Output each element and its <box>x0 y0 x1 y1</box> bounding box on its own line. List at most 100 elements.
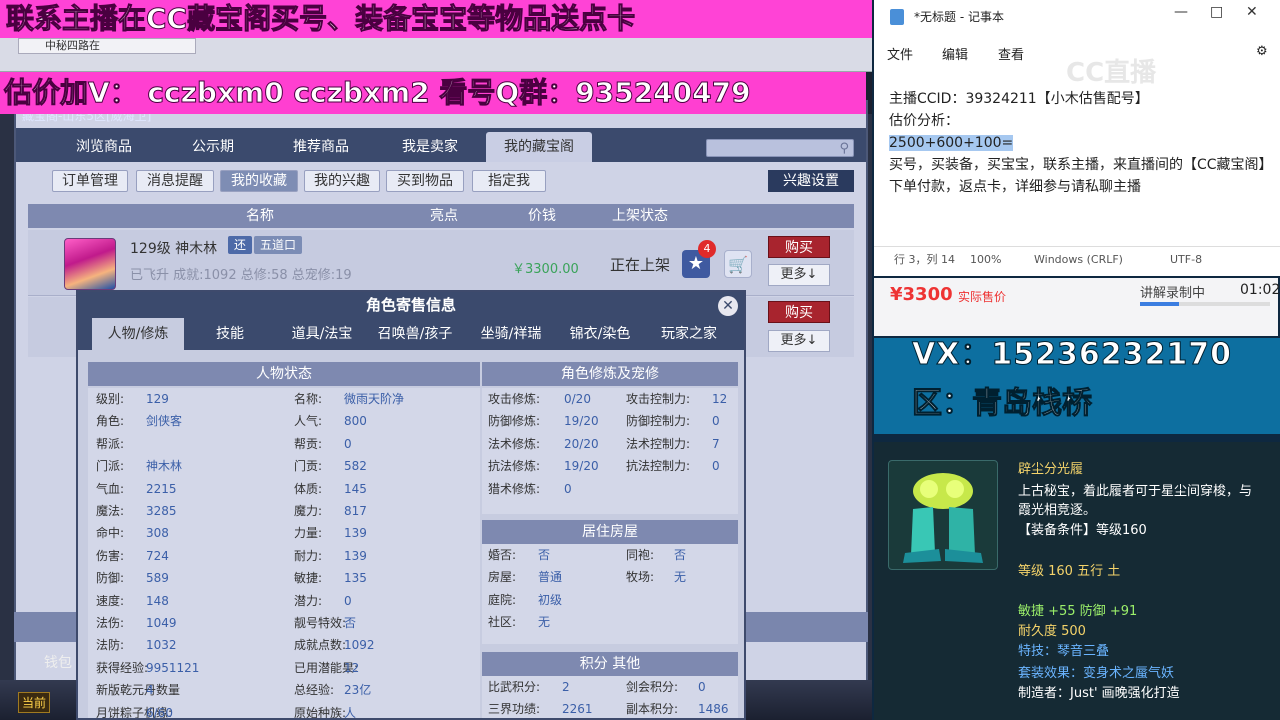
tab-seller[interactable]: 我是卖家 <box>380 132 480 162</box>
attr-value: 12 <box>712 392 728 406</box>
menu-view[interactable]: 查看 <box>998 44 1024 63</box>
tab-mounts[interactable]: 坐骑/祥瑞 <box>464 318 558 350</box>
more-button[interactable]: 更多↓ <box>768 330 830 352</box>
notepad-text-area[interactable]: 主播CCID：39324211【小木估售配号】 估价分析： 2500+600+1… <box>889 88 1274 198</box>
interest-settings-button[interactable]: 兴趣设置 <box>768 170 854 192</box>
attr-row: 婚否: 否 同袍: 否 <box>482 544 738 566</box>
tab-pets[interactable]: 召唤兽/孩子 <box>368 318 462 350</box>
attr-value: 589 <box>146 571 169 586</box>
attr-row: 法防: 1032 成就点数: 1092 <box>88 634 480 656</box>
attr-value: 23亿 <box>344 683 372 698</box>
subtab-interests[interactable]: 我的兴趣 <box>304 170 380 192</box>
contact-box: VX：15236232170 区：青岛栈桥 <box>874 337 1280 434</box>
subtab-bought[interactable]: 买到物品 <box>386 170 464 192</box>
tab-skills[interactable]: 技能 <box>190 318 270 350</box>
attr-label: 比武积分: <box>488 680 541 694</box>
attr-label: 同袍: <box>626 548 655 562</box>
subtab-messages[interactable]: 消息提醒 <box>136 170 214 192</box>
attr-row: 气血: 2215 体质: 145 <box>88 478 480 500</box>
vx-contact: VX：15236232170 <box>912 337 1232 372</box>
attr-value: 817 <box>344 504 367 518</box>
attr-value: 19/20 <box>564 459 599 474</box>
tab-recommended[interactable]: 推荐商品 <box>271 132 371 162</box>
attr-label: 抗法修炼: <box>488 459 541 474</box>
attr-row: 法术修炼: 20/20 法术控制力: 7 <box>482 433 738 455</box>
tab-items[interactable]: 道具/法宝 <box>278 318 366 350</box>
search-input[interactable]: ⚲ <box>706 139 854 157</box>
attr-label: 名称: <box>294 392 323 406</box>
attr-row: 庭院: 初级 <box>482 589 738 611</box>
item-desc: 上古秘宝，着此履者可于星尘间穿梭，与 <box>1018 484 1253 499</box>
item-set: 套装效果：变身术之蜃气妖 <box>1018 666 1175 681</box>
item-special: 特技：琴音三叠 <box>1018 644 1110 659</box>
attr-row: 防御: 589 敏捷: 135 <box>88 567 480 589</box>
listing-price: ￥3300.00 <box>512 262 579 277</box>
table-header: 名称 亮点 价钱 上架状态 <box>28 204 854 228</box>
attr-label: 体质: <box>294 481 323 496</box>
attr-label: 三界功绩: <box>488 702 541 716</box>
attr-value: 3285 <box>146 504 177 518</box>
dialog-tabs: 人物/修炼 技能 道具/法宝 召唤兽/孩子 坐骑/祥瑞 锦衣/染色 玩家之家 <box>78 318 744 350</box>
tab-browse[interactable]: 浏览商品 <box>54 132 154 162</box>
attr-row: 新版乾元丹数量 4 总经验: 23亿 <box>88 679 480 701</box>
table-row[interactable]: 129级 神木林 还 五道口 已飞升 成就:1092 总修:58 总宠修:19 … <box>28 230 854 296</box>
tab-outfits[interactable]: 锦衣/染色 <box>558 318 642 350</box>
attr-value: 0 <box>344 436 352 451</box>
score-header: 积分 其他 <box>482 652 738 676</box>
subtab-favorites[interactable]: 我的收藏 <box>220 170 298 192</box>
maximize-icon[interactable]: □ <box>1210 4 1223 20</box>
return-tag: 还 <box>228 236 253 254</box>
subtab-orders[interactable]: 订单管理 <box>52 170 128 192</box>
attr-value: 0/20 <box>564 392 591 406</box>
item-durability: 耐久度 500 <box>1018 624 1086 639</box>
attr-value: 135 <box>344 571 367 586</box>
attr-label: 庭院: <box>488 592 517 607</box>
attr-value: 无 <box>674 570 687 585</box>
recording-progress <box>1140 302 1270 306</box>
attr-value: 2215 <box>146 481 177 496</box>
selected-text: 2500+600+100= <box>889 135 1014 151</box>
search-icon[interactable]: ⚲ <box>839 140 849 158</box>
dialog-title: 角色寄售信息 <box>78 292 744 318</box>
channel-current[interactable]: 当前 <box>18 692 51 713</box>
avatar <box>64 238 116 290</box>
tab-character[interactable]: 人物/修炼 <box>92 318 184 350</box>
attr-label: 法术控制力: <box>626 436 691 451</box>
cc-logo: CC直播 <box>1066 58 1157 88</box>
attr-value: 724 <box>146 548 169 563</box>
attr-label: 社区: <box>488 615 517 630</box>
attr-row: 猎术修炼: 0 <box>482 478 738 500</box>
attr-value: 6/60 <box>146 705 173 720</box>
listing-title: 129级 神木林 <box>130 241 218 257</box>
text-line: 主播CCID：39324211【小木估售配号】 <box>889 91 1149 107</box>
recording-label: 讲解录制中 <box>1140 286 1206 301</box>
attr-value: 神木林 <box>146 459 183 474</box>
cart-icon[interactable]: 🛒 <box>724 250 752 278</box>
close-icon[interactable]: ✕ <box>1246 4 1258 20</box>
menu-file[interactable]: 文件 <box>887 44 913 63</box>
notepad-window: *无标题 - 记事本 — □ ✕ 文件 编辑 查看 ⚙ 主播CCID：39324… <box>874 0 1280 276</box>
minimize-icon[interactable]: — <box>1174 4 1188 20</box>
tab-home[interactable]: 玩家之家 <box>644 318 734 350</box>
tab-my-pavilion[interactable]: 我的藏宝阁 <box>486 132 592 162</box>
notepad-statusbar: 行 3，列 14 100% Windows (CRLF) UTF-8 <box>874 246 1280 272</box>
more-button[interactable]: 更多↓ <box>768 264 830 286</box>
role-sale-info-dialog: 角色寄售信息 ✕ 人物/修炼 技能 道具/法宝 召唤兽/孩子 坐骑/祥瑞 锦衣/… <box>76 290 746 720</box>
tab-public[interactable]: 公示期 <box>163 132 263 162</box>
buy-button[interactable]: 购买 <box>768 236 830 258</box>
attr-label: 命中: <box>96 526 125 541</box>
attr-label: 防御: <box>96 571 125 586</box>
attr-label: 法术修炼: <box>488 436 541 451</box>
col-price: 价钱 <box>528 208 556 224</box>
attr-value: 12 <box>344 660 360 675</box>
score-table: 比武积分: 2 剑会积分: 0 三界功绩: 2261 副本积分: 1486 <box>482 676 738 718</box>
buy-button[interactable]: 购买 <box>768 301 830 323</box>
subtab-assigned[interactable]: 指定我 <box>472 170 546 192</box>
attr-row: 攻击修炼: 0/20 攻击控制力: 12 <box>482 388 738 410</box>
close-icon[interactable]: ✕ <box>718 296 738 316</box>
char-status-header: 人物状态 <box>88 362 480 386</box>
attr-label: 攻击控制力: <box>626 392 691 406</box>
menu-edit[interactable]: 编辑 <box>942 44 968 63</box>
col-highlight: 亮点 <box>430 208 458 224</box>
browser-tab[interactable]: 中秘四路在 <box>18 38 196 54</box>
